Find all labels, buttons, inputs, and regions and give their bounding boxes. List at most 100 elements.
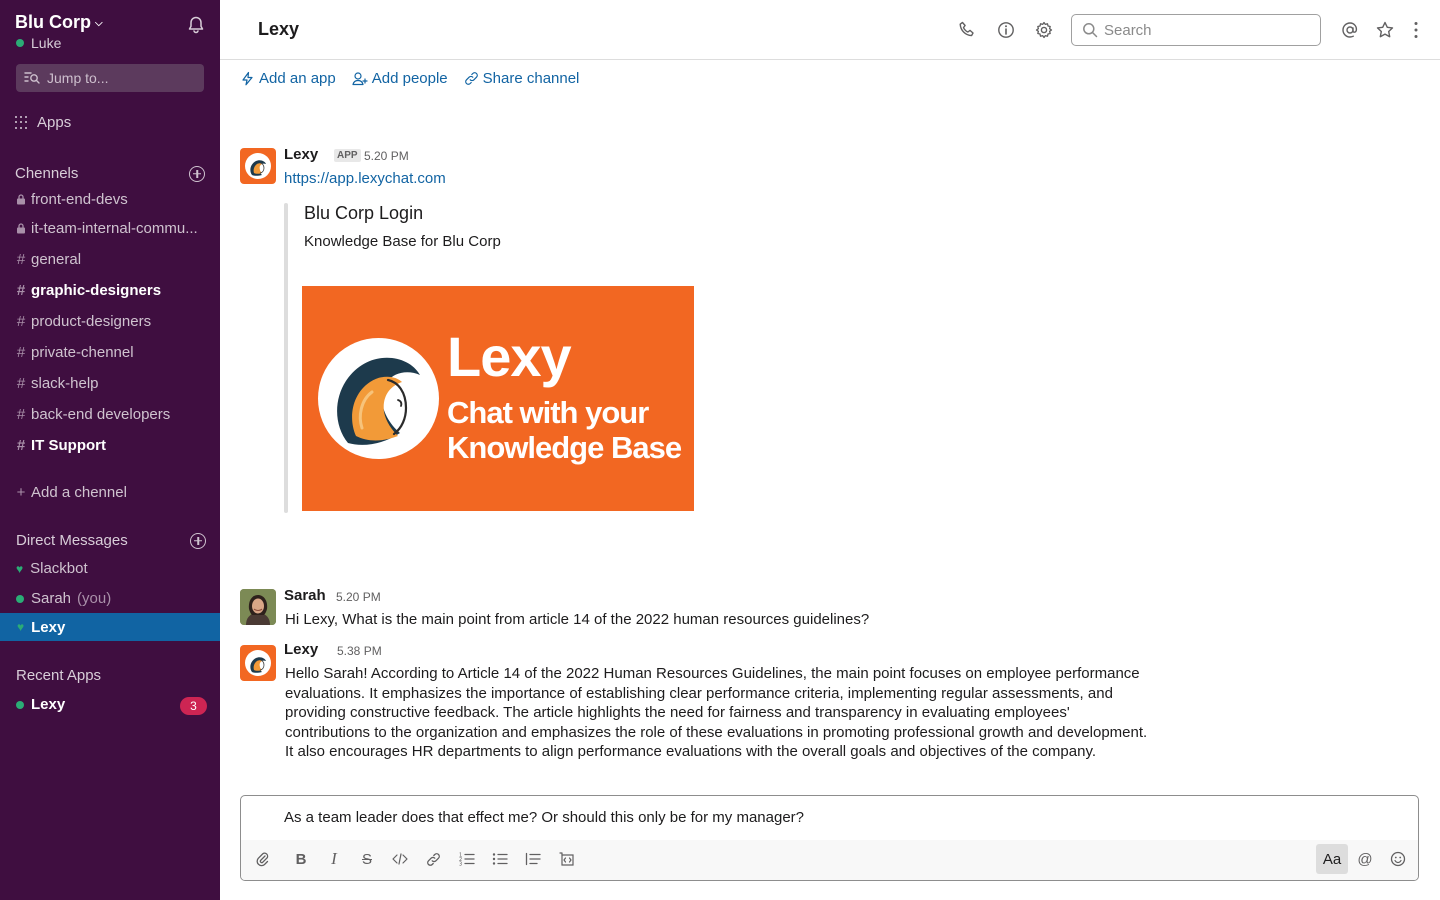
message-timestamp[interactable]: 5.38 PM <box>337 644 382 658</box>
channels-header[interactable]: Chennels <box>15 165 205 182</box>
add-people-label: Add people <box>371 70 448 87</box>
sidebar-channel-it-team-internal[interactable]: it-team-internal-commu... <box>15 220 205 237</box>
blockquote-icon[interactable] <box>525 851 541 867</box>
sidebar-channel-slack-help[interactable]: # slack-help <box>15 375 205 392</box>
apps-label: Apps <box>37 114 72 131</box>
channel-name: graphic-designers <box>31 282 162 299</box>
add-channel-label: Add a chennel <box>31 484 127 501</box>
lock-icon <box>15 223 27 234</box>
current-user-name: Luke <box>31 35 62 51</box>
app-name: Lexy <box>31 696 66 713</box>
channel-title[interactable]: Lexy <box>258 19 299 40</box>
workspace-name: Blu Corp <box>15 12 91 32</box>
sidebar-channel-private-chennel[interactable]: # private-chennel <box>15 344 205 361</box>
lexy-logo-icon <box>245 153 271 179</box>
current-user[interactable]: Luke <box>16 35 61 51</box>
code-icon[interactable] <box>392 851 408 867</box>
avatar[interactable] <box>240 645 276 681</box>
attachment-banner-image[interactable]: Lexy Chat with your Knowledge Base <box>302 286 694 511</box>
info-icon[interactable] <box>996 20 1016 40</box>
code-block-icon[interactable] <box>559 851 575 867</box>
message-author[interactable]: Lexy <box>284 146 318 163</box>
presence-dot <box>16 594 24 603</box>
add-dm-plus-icon[interactable] <box>190 532 206 549</box>
sidebar-dm-slackbot[interactable]: ♥ Slackbot <box>16 560 88 577</box>
banner-line-1: Chat with your <box>447 395 649 430</box>
channel-name: general <box>31 251 82 268</box>
channels-header-label: Chennels <box>15 165 79 182</box>
plus-icon: + <box>16 484 26 501</box>
formatting-toggle-button[interactable]: Aa <box>1316 844 1348 874</box>
share-channel-label: Share channel <box>482 70 580 87</box>
search-list-icon <box>24 72 40 84</box>
presence-dot <box>16 700 24 709</box>
link-icon <box>464 72 478 85</box>
recent-apps-header-label: Recent Apps <box>16 667 102 684</box>
bullet-list-icon[interactable] <box>492 851 508 867</box>
strikethrough-icon[interactable]: S <box>359 851 375 868</box>
hash-icon: # <box>16 282 26 299</box>
attachment-bar <box>284 203 288 513</box>
message-link[interactable]: https://app.lexychat.com <box>284 170 446 187</box>
mentions-icon[interactable] <box>1340 20 1360 40</box>
message-input[interactable]: As a team leader does that effect me? Or… <box>284 809 804 826</box>
avatar[interactable] <box>240 589 276 625</box>
avatar[interactable] <box>240 148 276 184</box>
italic-icon[interactable]: I <box>326 849 342 868</box>
presence-dot <box>16 39 24 47</box>
sidebar-channel-back-end-developers[interactable]: # back-end developers <box>15 406 205 423</box>
sidebar-channel-it-support[interactable]: # IT Support <box>15 437 205 454</box>
lexy-portrait-icon <box>318 338 439 459</box>
add-app-button[interactable]: Add an app <box>240 70 336 87</box>
message-text: Hello Sarah! According to Article 14 of … <box>285 665 1148 761</box>
message-author[interactable]: Sarah <box>284 587 326 604</box>
bold-icon[interactable]: B <box>293 851 309 868</box>
jump-to-button[interactable]: Jump to... <box>16 64 204 92</box>
bell-icon[interactable] <box>186 15 206 35</box>
add-people-button[interactable]: Add people <box>352 70 448 87</box>
channel-name: front-end-devs <box>31 191 128 208</box>
share-channel-button[interactable]: Share channel <box>464 70 580 87</box>
heart-icon: ♥ <box>17 620 25 634</box>
add-channel-link[interactable]: + Add a chennel <box>15 484 205 501</box>
recent-apps-header[interactable]: Recent Apps <box>16 667 206 684</box>
mention-icon[interactable]: @ <box>1357 851 1373 868</box>
phone-icon[interactable] <box>957 20 977 40</box>
gear-icon[interactable] <box>1034 20 1054 40</box>
banner-line-2: Knowledge Base <box>447 430 682 465</box>
app-tag: APP <box>334 149 361 162</box>
ordered-list-icon[interactable]: 123 <box>459 851 475 867</box>
direct-messages-header[interactable]: Direct Messages <box>16 532 206 549</box>
channel-name: back-end developers <box>31 406 171 423</box>
dm-name: Slackbot <box>30 560 88 577</box>
channel-header: Lexy Search <box>220 0 1440 60</box>
sidebar-app-lexy[interactable]: Lexy <box>16 696 65 713</box>
banner-title: Lexy <box>447 325 572 388</box>
sidebar-dm-lexy[interactable]: ♥ Lexy <box>0 613 220 641</box>
link-icon[interactable] <box>425 851 441 867</box>
sidebar-channel-product-designers[interactable]: # product-designers <box>15 313 205 330</box>
emoji-icon[interactable] <box>1390 851 1406 867</box>
star-icon[interactable] <box>1375 20 1395 40</box>
dm-you-suffix: (you) <box>77 590 112 607</box>
lock-icon <box>15 194 27 205</box>
dm-name: Sarah <box>31 590 72 607</box>
hash-icon: # <box>16 406 26 423</box>
sidebar-channel-general[interactable]: # general <box>15 251 205 268</box>
search-input[interactable]: Search <box>1071 14 1321 46</box>
add-channel-plus-icon[interactable] <box>189 165 205 182</box>
apps-link[interactable]: Apps <box>15 114 71 131</box>
message-timestamp[interactable]: 5.20 PM <box>336 590 381 604</box>
attachment-title[interactable]: Blu Corp Login <box>304 203 423 224</box>
more-vertical-icon[interactable] <box>1406 20 1426 40</box>
paperclip-icon[interactable] <box>254 851 270 867</box>
dm-name: Lexy <box>31 618 66 636</box>
message-timestamp[interactable]: 5.20 PM <box>364 149 409 163</box>
message-author[interactable]: Lexy <box>284 641 318 658</box>
workspace-switcher[interactable]: Blu Corp ⌵ <box>15 12 103 33</box>
sidebar-channel-front-end-devs[interactable]: front-end-devs <box>15 191 205 208</box>
sarah-photo-icon <box>240 589 276 625</box>
sidebar-channel-graphic-designers[interactable]: # graphic-designers <box>15 282 205 299</box>
sidebar-dm-sarah[interactable]: Sarah (you) <box>16 590 111 607</box>
message-composer[interactable]: As a team leader does that effect me? Or… <box>240 795 1419 881</box>
